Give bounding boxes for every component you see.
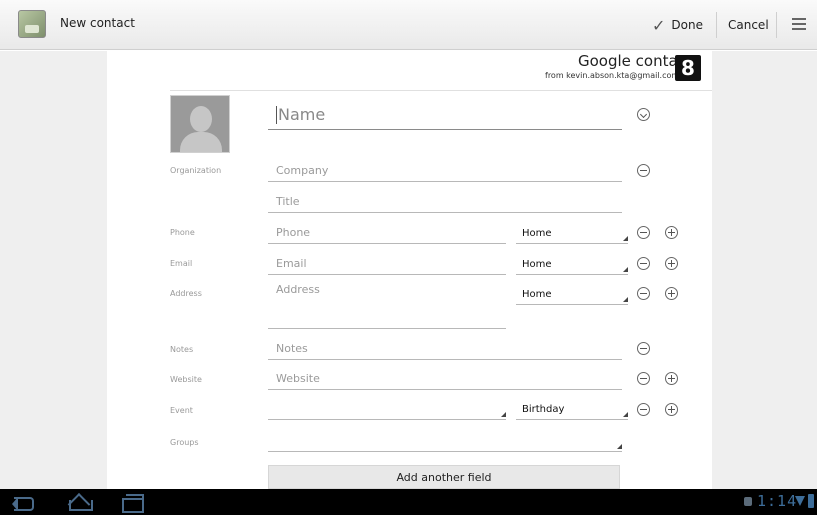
- text-cursor: [276, 105, 277, 124]
- event-label: Event: [170, 406, 193, 415]
- event-type-value: Birthday: [522, 404, 565, 415]
- groups-select[interactable]: [268, 432, 622, 452]
- phone-type-select[interactable]: Home: [516, 224, 628, 244]
- recent-apps-icon[interactable]: [118, 493, 144, 513]
- phone-type-value: Home: [522, 228, 552, 239]
- website-input[interactable]: Website: [268, 368, 622, 390]
- add-phone-button[interactable]: [665, 226, 678, 239]
- page-title: New contact: [60, 16, 135, 30]
- checkmark-icon: ✓: [652, 15, 666, 35]
- spinner-arrow-icon: [623, 412, 628, 417]
- address-placeholder: Address: [276, 283, 320, 296]
- company-placeholder: Company: [276, 164, 329, 177]
- notes-input[interactable]: Notes: [268, 338, 622, 360]
- address-label: Address: [170, 289, 202, 298]
- battery-icon: [808, 494, 814, 508]
- event-type-select[interactable]: Birthday: [516, 400, 628, 420]
- add-website-button[interactable]: [665, 372, 678, 385]
- address-type-value: Home: [522, 289, 552, 300]
- spinner-arrow-icon: [501, 412, 506, 417]
- remove-email-button[interactable]: [637, 257, 650, 270]
- system-bar: 1:14: [0, 489, 817, 515]
- company-input[interactable]: Company: [268, 160, 622, 182]
- phone-input[interactable]: Phone: [268, 222, 506, 244]
- person-silhouette-icon: [190, 106, 212, 132]
- cancel-button[interactable]: Cancel: [728, 11, 769, 39]
- spinner-arrow-icon: [617, 444, 622, 449]
- phone-placeholder: Phone: [276, 226, 311, 239]
- add-address-button[interactable]: [665, 287, 678, 300]
- email-type-select[interactable]: Home: [516, 255, 628, 275]
- divider: [776, 12, 777, 38]
- person-silhouette-body: [180, 132, 222, 152]
- spinner-arrow-icon: [623, 236, 628, 241]
- screen: New contact ✓ Done Cancel Google contact…: [0, 0, 817, 515]
- done-label: Done: [671, 18, 703, 32]
- add-email-button[interactable]: [665, 257, 678, 270]
- event-date-select[interactable]: [268, 400, 506, 420]
- right-margin-panel: [712, 51, 817, 489]
- website-label: Website: [170, 375, 202, 384]
- remove-phone-button[interactable]: [637, 226, 650, 239]
- home-icon[interactable]: [66, 493, 93, 511]
- address-type-select[interactable]: Home: [516, 285, 628, 305]
- remove-address-button[interactable]: [637, 287, 650, 300]
- email-input[interactable]: Email: [268, 253, 506, 275]
- email-placeholder: Email: [276, 257, 307, 270]
- add-event-button[interactable]: [665, 403, 678, 416]
- contacts-app-icon[interactable]: [18, 10, 46, 38]
- address-input[interactable]: Address: [268, 283, 506, 329]
- wifi-icon: [795, 496, 805, 506]
- overflow-menu-icon[interactable]: [792, 18, 806, 30]
- remove-organization-button[interactable]: [637, 164, 650, 177]
- action-bar: New contact ✓ Done Cancel: [0, 0, 817, 50]
- name-input[interactable]: Name: [268, 100, 622, 130]
- account-email: from kevin.abson.kta@gmail.com: [545, 71, 680, 80]
- phone-label: Phone: [170, 228, 195, 237]
- header-divider: [170, 90, 712, 91]
- name-placeholder: Name: [278, 105, 326, 124]
- email-type-value: Home: [522, 259, 552, 270]
- remove-event-button[interactable]: [637, 403, 650, 416]
- status-clock[interactable]: 1:14: [757, 492, 797, 510]
- website-placeholder: Website: [276, 372, 320, 385]
- chevron-down-icon: [639, 110, 648, 119]
- remove-notes-button[interactable]: [637, 342, 650, 355]
- lock-icon: [744, 497, 752, 506]
- spinner-arrow-icon: [623, 297, 628, 302]
- title-placeholder: Title: [276, 195, 300, 208]
- organization-label: Organization: [170, 166, 222, 175]
- done-button[interactable]: ✓ Done: [652, 11, 703, 39]
- add-another-field-button[interactable]: Add another field: [268, 465, 620, 489]
- groups-label: Groups: [170, 438, 199, 447]
- remove-website-button[interactable]: [637, 372, 650, 385]
- email-label: Email: [170, 259, 193, 268]
- notes-label: Notes: [170, 345, 194, 354]
- left-margin-panel: [0, 51, 107, 489]
- back-icon[interactable]: [10, 493, 40, 511]
- title-input[interactable]: Title: [268, 191, 622, 213]
- contact-photo-button[interactable]: [170, 95, 230, 153]
- notes-placeholder: Notes: [276, 342, 308, 355]
- divider: [716, 12, 717, 38]
- google-logo-icon: 8: [675, 55, 701, 81]
- expand-name-button[interactable]: [637, 108, 650, 121]
- spinner-arrow-icon: [623, 267, 628, 272]
